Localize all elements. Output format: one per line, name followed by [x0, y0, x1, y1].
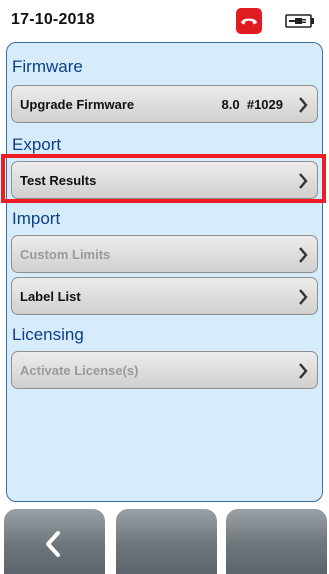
- section-header-licensing: Licensing: [12, 325, 84, 344]
- firmware-version-value: 8.0 #1029: [221, 97, 283, 112]
- chevron-right-icon: [299, 289, 308, 305]
- settings-panel: Firmware Upgrade Firmware 8.0 #1029 Expo…: [6, 42, 323, 502]
- back-softkey[interactable]: [4, 509, 105, 574]
- section-header-export: Export: [12, 135, 62, 154]
- status-bar: 17-10-2018: [0, 0, 329, 40]
- softkey-bar: [0, 505, 329, 574]
- chevron-right-icon: [299, 97, 308, 113]
- upgrade-firmware-label: Upgrade Firmware: [20, 97, 135, 112]
- section-header-firmware: Firmware: [12, 57, 83, 76]
- back-arrow-icon: [46, 531, 60, 557]
- date-label: 17-10-2018: [11, 11, 95, 28]
- custom-limits-label: Custom Limits: [20, 247, 111, 262]
- chevron-right-icon: [299, 247, 308, 263]
- chevron-right-icon: [299, 363, 308, 379]
- selection-highlight: [1, 154, 326, 203]
- upgrade-firmware-button[interactable]: Upgrade Firmware 8.0 #1029: [11, 85, 318, 123]
- activate-licenses-button[interactable]: Activate License(s): [11, 351, 318, 389]
- label-list-button[interactable]: Label List: [11, 277, 318, 315]
- custom-limits-button[interactable]: Custom Limits: [11, 235, 318, 273]
- softkey-2[interactable]: [116, 509, 217, 574]
- section-header-import: Import: [12, 209, 61, 228]
- battery-plug-icon: [285, 14, 314, 28]
- label-list-label: Label List: [20, 289, 81, 304]
- activate-licenses-label: Activate License(s): [20, 363, 139, 378]
- softkey-3[interactable]: [226, 509, 327, 574]
- hang-up-phone-icon[interactable]: [236, 8, 262, 34]
